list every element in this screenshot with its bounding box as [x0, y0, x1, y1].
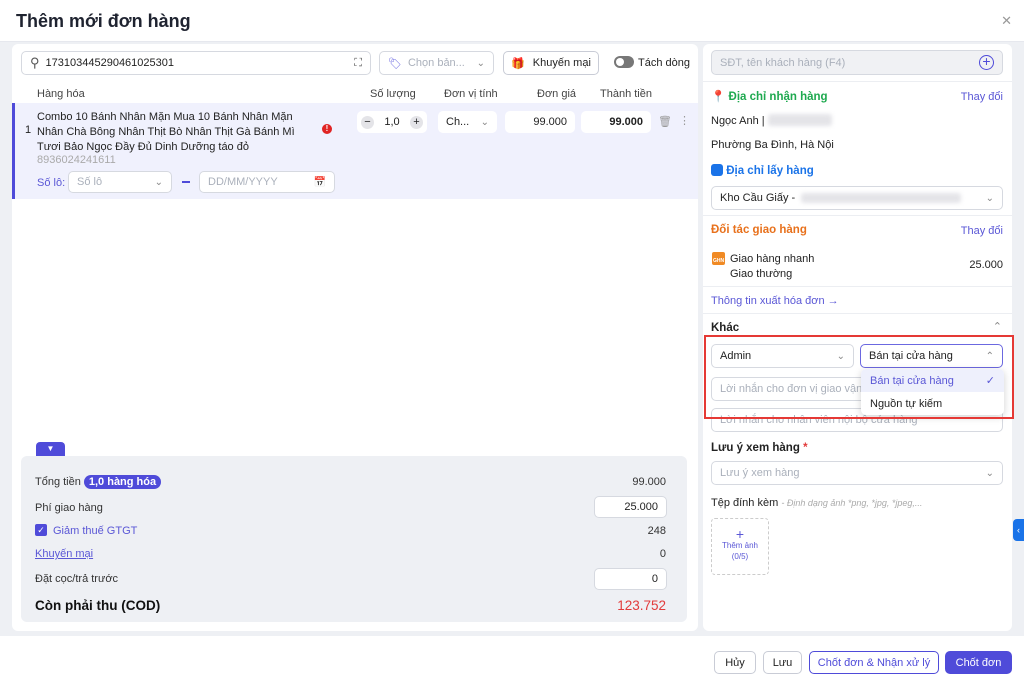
change-shipping-partner-link[interactable]: Thay đổi	[961, 225, 1003, 237]
tag-icon: 🏷	[388, 57, 402, 70]
store-icon	[711, 164, 723, 176]
product-search-input[interactable]: ⚲ 17310344529046102530​1 ⛶	[21, 51, 371, 75]
line-total: 99.000	[581, 111, 651, 133]
receiver-phone-blurred	[768, 114, 832, 126]
shipping-fee-input[interactable]: 25.000	[594, 496, 667, 518]
total-value: 99.000	[632, 476, 666, 488]
customer-search-input[interactable]: SĐT, tên khách hàng (F4) +	[711, 50, 1003, 75]
chevron-down-icon: ⌄	[985, 467, 994, 479]
chevron-down-icon: ⌄	[154, 176, 163, 188]
unit-select[interactable]: Ch... ⌄	[438, 111, 497, 133]
attachment-label: Tệp đính kèm - Định dạng ảnh *png, *jpg,…	[711, 497, 923, 509]
search-icon: ⚲	[30, 55, 40, 70]
vat-value: 248	[647, 525, 666, 537]
product-barcode: 8936024241611	[37, 154, 116, 166]
warning-icon: !	[322, 124, 332, 134]
chevron-down-icon: ⌄	[480, 116, 489, 128]
inspect-select[interactable]: Lưu ý xem hàng ⌄	[711, 461, 1003, 485]
col-unit: Đơn vị tính	[444, 88, 498, 100]
promotion-value: 0	[659, 548, 666, 560]
deposit-label: Đặt cọc/trả trước	[35, 573, 119, 585]
chevron-down-icon: ⌄	[476, 57, 485, 69]
pickup-address-blurred	[801, 193, 962, 203]
items-badge: 1,0 hàng hóa	[83, 475, 162, 489]
page-title: Thêm mới đơn hàng	[16, 11, 191, 31]
shipping-partner-title: Đối tác giao hàng	[711, 224, 807, 236]
add-image-button[interactable]: + Thêm ảnh (0/5)	[711, 518, 769, 575]
modal-header: Thêm mới đơn hàng ✕	[0, 0, 1024, 42]
divider	[703, 313, 1012, 314]
lot-label: Số lô:	[37, 177, 66, 189]
split-line-label: Tách dòng	[638, 57, 690, 69]
carrier-info: Giao hàng nhanh Giao thường	[730, 253, 815, 280]
row-index: 1	[25, 124, 32, 136]
gift-icon: 🎁	[511, 57, 525, 70]
divider	[703, 215, 1012, 216]
collapse-summary-button[interactable]: ▼	[36, 442, 65, 456]
plus-icon[interactable]: +	[409, 115, 423, 129]
col-quantity: Số lượng	[370, 88, 416, 100]
product-name: Combo 10 Bánh Nhân Mặn Mua 10 Bánh Nhân …	[37, 111, 295, 153]
pickup-address-select[interactable]: Kho Cầu Giấy - ⌄	[711, 186, 1003, 210]
cod-value: 123.752	[617, 598, 666, 613]
divider	[703, 286, 1012, 287]
expiry-date-input[interactable]: DD/MM/YYYY 📅	[199, 171, 335, 193]
col-product: Hàng hóa	[37, 88, 85, 100]
plus-icon: +	[735, 526, 745, 542]
vat-checkbox[interactable]: ✓	[35, 524, 47, 536]
pickup-address-title: Địa chỉ lấy hàng	[711, 164, 814, 177]
deposit-input[interactable]: 0	[594, 568, 667, 590]
col-price: Đơn giá	[537, 88, 577, 100]
highlight-box	[704, 335, 1014, 419]
receive-address-title: 📍 Địa chỉ nhận hàng	[711, 91, 828, 103]
ghn-logo-icon: GHN	[712, 252, 725, 265]
invoice-info-link[interactable]: Thông tin xuất hóa đơn →	[711, 295, 839, 307]
inspect-label: Lưu ý xem hàng *	[711, 442, 808, 454]
other-section-title: Khác	[711, 322, 740, 334]
price-list-select[interactable]: 🏷 Chọn bản... ⌄	[379, 51, 494, 75]
chevron-down-icon: ⌄	[985, 192, 994, 204]
receiver-address: Phường Ba Đình, Hà Nội	[711, 139, 834, 151]
minus-icon[interactable]: −	[361, 115, 374, 129]
chevron-up-icon[interactable]: ⌃	[993, 320, 1002, 333]
carrier-fee: 25.000	[969, 259, 1003, 271]
lot-select[interactable]: Số lô ⌄	[68, 171, 172, 193]
confirm-and-process-button[interactable]: Chốt đơn & Nhận xử lý	[809, 651, 939, 674]
quantity-stepper[interactable]: − 1,0 +	[357, 111, 427, 133]
close-icon[interactable]: ✕	[1001, 13, 1012, 29]
col-total: Thành tiền	[600, 88, 652, 100]
cod-label: Còn phải thu (COD)	[35, 598, 161, 613]
more-icon[interactable]: ⋮	[679, 114, 690, 127]
calendar-icon: 📅	[313, 176, 326, 188]
divider	[703, 81, 1012, 82]
confirm-order-button[interactable]: Chốt đơn	[945, 651, 1012, 674]
location-pin-icon: 📍	[711, 91, 726, 103]
add-customer-icon[interactable]: +	[979, 54, 994, 70]
total-row: Tổng tiền 1,0 hàng hóa	[35, 475, 162, 489]
promotion-link[interactable]: Khuyến mại	[35, 548, 93, 560]
cancel-button[interactable]: Hủy	[714, 651, 756, 674]
trash-icon[interactable]: 🗑	[658, 115, 672, 128]
receiver-name: Ngọc Anh |	[711, 115, 765, 127]
change-receive-address-link[interactable]: Thay đổi	[961, 91, 1003, 103]
save-button[interactable]: Lưu	[763, 651, 802, 674]
shipping-fee-label: Phí giao hàng	[35, 502, 103, 514]
side-panel-toggle[interactable]: ‹	[1013, 519, 1024, 541]
dash-separator	[182, 181, 190, 183]
split-line-toggle[interactable]	[614, 56, 634, 68]
promotion-button[interactable]: 🎁 Khuyến mại	[503, 51, 599, 75]
barcode-scan-icon[interactable]: ⛶	[354, 57, 362, 70]
price-input[interactable]: 99.000	[505, 111, 575, 133]
vat-label: Giảm thuế GTGT	[53, 525, 138, 537]
